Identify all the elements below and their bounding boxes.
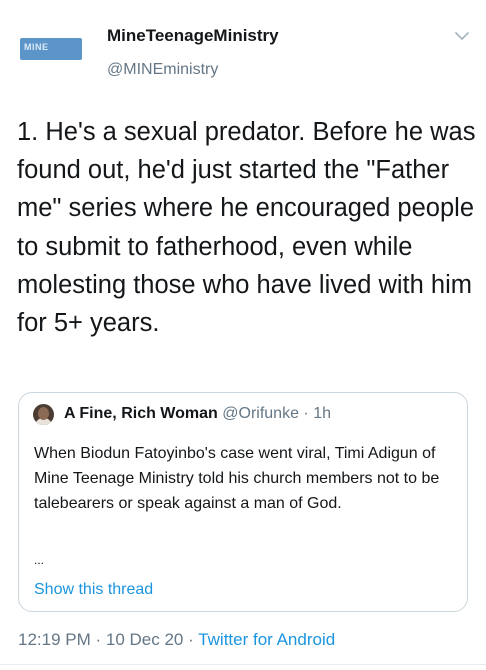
tweet-meta-row: 12:19 PM · 10 Dec 20 · Twitter for Andro…	[18, 630, 335, 650]
author-avatar[interactable]: MINE	[20, 38, 82, 60]
author-display-name[interactable]: MineTeenageMinistry	[107, 26, 279, 46]
divider	[0, 664, 486, 665]
quote-time: 1h	[313, 405, 331, 422]
quote-author-avatar	[33, 404, 54, 425]
tweet-time[interactable]: 12:19 PM	[18, 630, 91, 649]
meta-separator: ·	[90, 630, 106, 649]
author-handle[interactable]: @MINEministry	[107, 61, 218, 79]
tweet-text: 1. He's a sexual predator. Before he was…	[17, 118, 476, 338]
quote-separator: ·	[298, 405, 314, 422]
chevron-down-icon[interactable]	[454, 30, 470, 42]
avatar-logo-mark: MINE	[24, 42, 49, 52]
quote-display-name: A Fine, Rich Woman	[64, 405, 218, 422]
quote-ellipsis: ...	[34, 553, 45, 567]
quoted-tweet-card[interactable]: A Fine, Rich Woman @Orifunke · 1h When B…	[18, 392, 468, 612]
quote-header: A Fine, Rich Woman @Orifunke · 1h	[64, 405, 331, 423]
tweet-date[interactable]: 10 Dec 20	[106, 630, 184, 649]
show-this-thread-link[interactable]: Show this thread	[34, 581, 153, 599]
tweet-source-link[interactable]: Twitter for Android	[198, 630, 335, 649]
quote-handle: @Orifunke	[222, 405, 299, 422]
meta-separator: ·	[183, 630, 199, 649]
quote-text: When Biodun Fatoyinbo's case went viral,…	[34, 445, 440, 512]
